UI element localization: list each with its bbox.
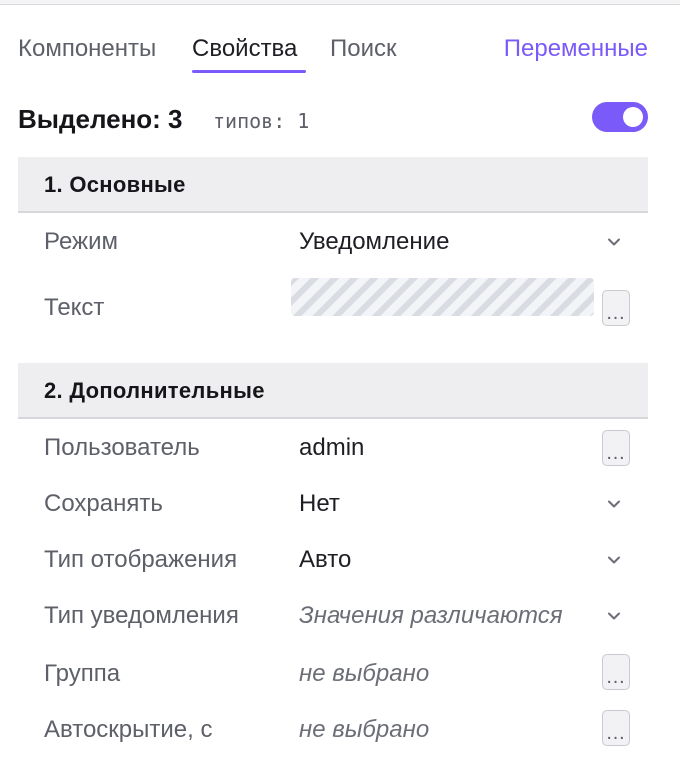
active-tab-indicator	[192, 70, 306, 73]
prop-row-mode[interactable]: Режим Уведомление	[18, 218, 648, 266]
prop-row-display-type[interactable]: Тип отображения Авто	[18, 536, 648, 584]
prop-value[interactable]: admin	[299, 432, 364, 464]
section-title: 2. Дополнительные	[44, 378, 265, 403]
tab-variables[interactable]: Переменные	[504, 33, 648, 65]
prop-label: Текст	[44, 294, 105, 321]
prop-label: Автоскрытие, с	[44, 716, 213, 743]
chevron-down-icon[interactable]	[606, 552, 622, 568]
chevron-down-icon[interactable]	[606, 496, 622, 512]
text-value-placeholder[interactable]	[291, 278, 594, 316]
group-select-button[interactable]: …	[602, 654, 630, 690]
prop-label: Пользователь	[44, 434, 200, 461]
tab-bar: Компоненты Свойства Поиск Переменные	[18, 33, 648, 75]
prop-value[interactable]: Нет	[299, 488, 340, 520]
section-extra-header[interactable]: 2. Дополнительные	[18, 363, 648, 419]
prop-label: Сохранять	[44, 490, 163, 517]
prop-row-user[interactable]: Пользователь admin …	[18, 424, 648, 472]
prop-label: Тип уведомления	[44, 602, 239, 629]
selection-count: Выделено: 3	[18, 104, 183, 134]
selection-toggle[interactable]	[592, 102, 648, 132]
ellipsis-icon: …	[605, 666, 627, 688]
selection-summary: Выделено: 3 типов: 1	[18, 102, 648, 138]
section-title: 1. Основные	[44, 172, 186, 197]
tab-search[interactable]: Поиск	[330, 33, 397, 65]
autohide-select-button[interactable]: …	[602, 710, 630, 746]
prop-label: Тип отображения	[44, 546, 238, 573]
prop-row-group[interactable]: Группа не выбрано …	[18, 650, 648, 698]
prop-value[interactable]: не выбрано	[299, 658, 429, 690]
ellipsis-icon: …	[605, 302, 627, 324]
ellipsis-icon: …	[605, 442, 627, 464]
chevron-down-icon[interactable]	[606, 608, 622, 624]
prop-row-save[interactable]: Сохранять Нет	[18, 480, 648, 528]
prop-value[interactable]: Значения различаются	[299, 600, 563, 632]
text-edit-button[interactable]: …	[602, 290, 630, 326]
prop-row-autohide[interactable]: Автоскрытие, с не выбрано …	[18, 706, 648, 754]
prop-label: Группа	[44, 660, 121, 687]
section-basic-header[interactable]: 1. Основные	[18, 157, 648, 213]
top-border	[0, 0, 680, 5]
prop-row-notify-type[interactable]: Тип уведомления Значения различаются	[18, 592, 648, 640]
chevron-down-icon[interactable]	[606, 234, 622, 250]
prop-row-text[interactable]: Текст …	[18, 278, 648, 326]
toggle-knob	[623, 107, 643, 127]
user-select-button[interactable]: …	[602, 430, 630, 466]
ellipsis-icon: …	[605, 722, 627, 744]
selection-types: типов: 1	[213, 109, 310, 133]
prop-label: Режим	[44, 228, 118, 255]
tab-components[interactable]: Компоненты	[18, 33, 156, 65]
prop-value[interactable]: не выбрано	[299, 714, 429, 746]
prop-value[interactable]: Авто	[299, 544, 351, 576]
tab-properties[interactable]: Свойства	[192, 33, 297, 65]
prop-value[interactable]: Уведомление	[299, 226, 449, 258]
